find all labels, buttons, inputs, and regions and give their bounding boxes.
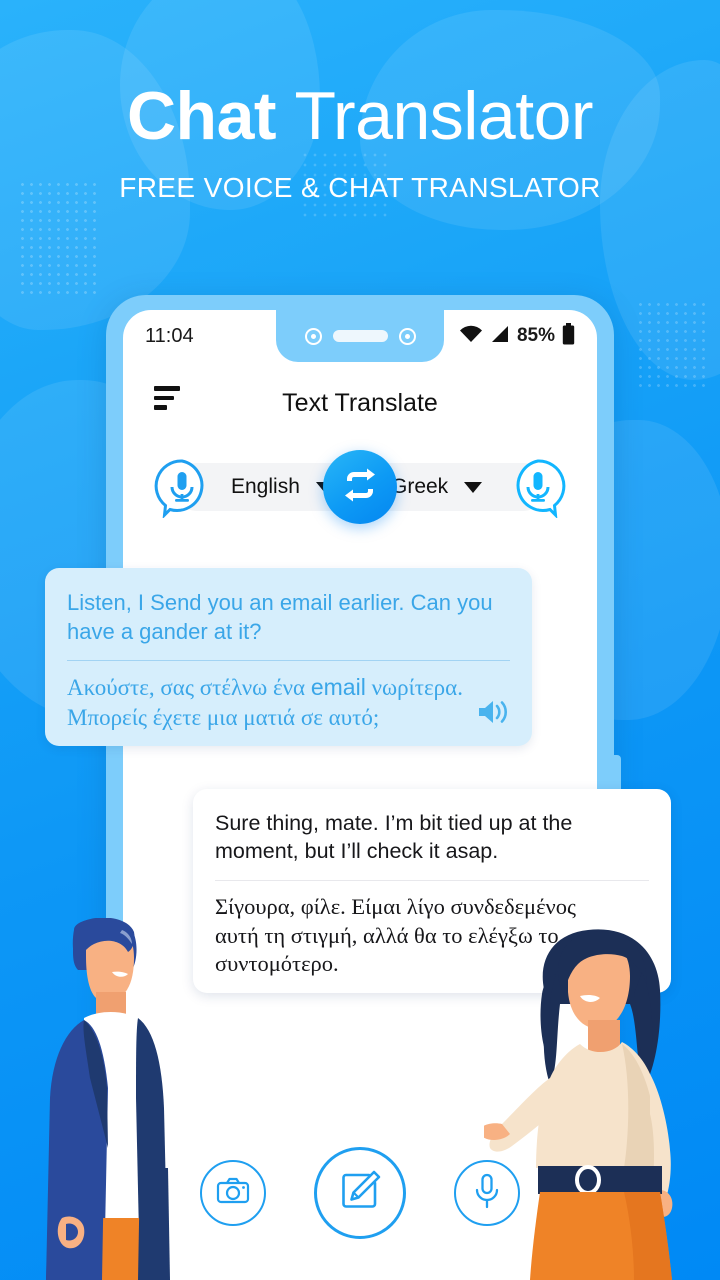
message-source-text: Sure thing, mate. I’m bit tied up at the…: [215, 811, 573, 864]
chevron-down-icon: [464, 481, 483, 493]
page-subtitle: FREE VOICE & CHAT TRANSLATOR: [119, 172, 601, 203]
page-title: Chat Translator: [0, 82, 720, 150]
app-bar: Text Translate: [123, 372, 597, 434]
bubble-divider: [67, 660, 510, 662]
target-mic-button[interactable]: [507, 456, 569, 520]
battery-percent-label: 85%: [516, 325, 555, 346]
compose-icon: [338, 1169, 382, 1218]
hero-header: Chat Translator FREE VOICE & CHAT TRANSL…: [0, 82, 720, 204]
status-bar: 11:04 85%: [123, 310, 597, 362]
source-mic-button[interactable]: [151, 456, 213, 520]
message-source-text: Listen, I Send you an email earlier. Can…: [67, 590, 493, 645]
bubble-divider: [215, 879, 649, 881]
translated-latin-word: email: [310, 674, 366, 701]
swap-arrows-icon: [341, 468, 379, 507]
swap-languages-button[interactable]: [323, 450, 397, 524]
app-bar-title: Text Translate: [282, 388, 438, 417]
dot-pattern: [636, 300, 706, 390]
title-light-word: Translator: [294, 78, 594, 154]
man-illustration: [44, 917, 234, 1280]
message-translated-text: Ακούστε, σας στέλνω ένα email νωρίτερα. …: [67, 673, 468, 732]
text-translate-button[interactable]: [314, 1147, 406, 1239]
target-language-label: Greek: [391, 475, 449, 498]
speaker-icon[interactable]: [476, 697, 510, 732]
translated-prefix: Ακούστε, σας στέλνω ένα: [67, 675, 311, 701]
wifi-icon: [459, 325, 483, 348]
menu-icon[interactable]: [154, 386, 180, 410]
title-bold-word: Chat: [126, 78, 277, 154]
source-language-label: English: [231, 475, 300, 498]
status-clock: 11:04: [145, 324, 194, 347]
woman-illustration: [477, 928, 720, 1280]
battery-icon: [562, 322, 575, 350]
language-selector-bar: English Greek: [151, 450, 569, 524]
chat-bubble-incoming[interactable]: Listen, I Send you an email earlier. Can…: [45, 568, 532, 746]
signal-icon: [490, 325, 510, 348]
status-indicators: 85%: [459, 322, 575, 350]
